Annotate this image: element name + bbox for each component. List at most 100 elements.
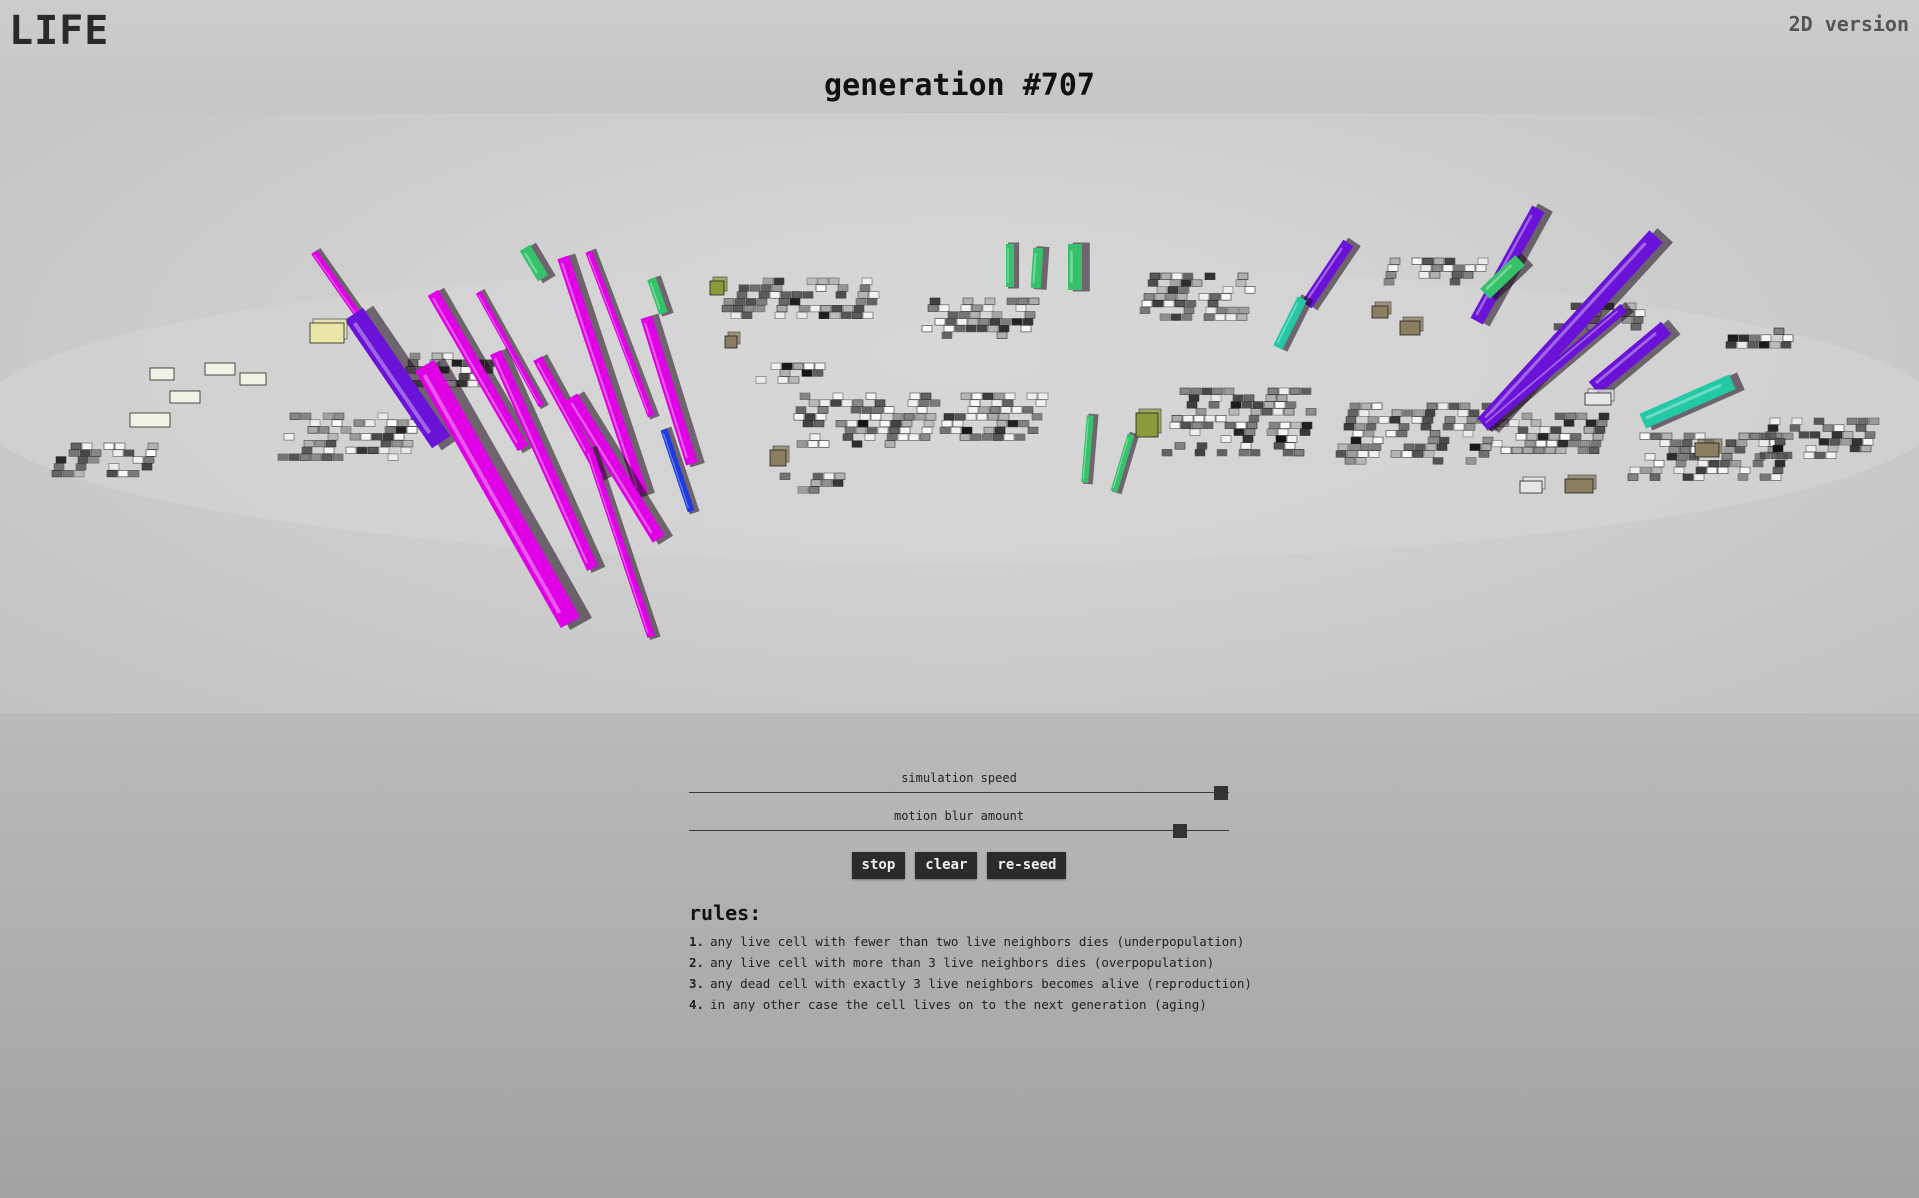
cell-tile [382, 433, 394, 441]
stop-button[interactable]: stop [851, 852, 906, 879]
cell-tile [919, 433, 931, 441]
cell-tile [1279, 421, 1291, 430]
cell-tile [77, 456, 89, 464]
cell-tile [1413, 409, 1425, 417]
cell-tile [1736, 341, 1748, 349]
cell-tile [1169, 279, 1181, 287]
cell-tile [982, 304, 994, 312]
cell-tile [1182, 272, 1194, 280]
cell-tile [1198, 293, 1210, 301]
cell-tile [1432, 457, 1444, 465]
cell-tile [1246, 421, 1258, 430]
cell-tile [841, 399, 853, 407]
cell-tile [1864, 431, 1876, 439]
cell-tile [299, 453, 311, 461]
cell-tile [1849, 444, 1861, 453]
cell-tile [965, 413, 977, 421]
cell-tile [1028, 297, 1040, 305]
cell-tile [1683, 432, 1695, 440]
cell-tile [1650, 432, 1662, 440]
cell-tile [1176, 293, 1188, 301]
cell-tile [1003, 433, 1015, 441]
cell-tile [1236, 313, 1248, 321]
cell-tile [1385, 429, 1397, 438]
simulation-scene[interactable] [0, 113, 1919, 713]
cell-tile [855, 298, 867, 306]
cell-tile [349, 433, 361, 441]
cell-tile [1185, 300, 1197, 308]
cell-tile [1840, 438, 1852, 446]
simulation-speed-slider-thumb[interactable] [1213, 786, 1228, 800]
cell-tile [815, 284, 827, 292]
cell-tile [1738, 432, 1750, 440]
simulation-3d-viewport[interactable] [0, 113, 1919, 713]
app-header: LIFE 2D version generation #707 [0, 0, 1919, 113]
cell-tile [870, 413, 882, 421]
cell-tile [865, 392, 877, 400]
cell-tile [1588, 446, 1600, 455]
cell-tile [1559, 433, 1571, 441]
cell-tile [277, 453, 289, 461]
cell-tile [1360, 402, 1372, 410]
cell-tile [1174, 442, 1186, 450]
cell-tile [1759, 451, 1771, 460]
reseed-button[interactable]: re-seed [987, 852, 1067, 879]
cell-tile [1590, 439, 1602, 448]
cell-tile [978, 406, 990, 414]
cell-tile [397, 419, 409, 427]
cell-tile [1000, 406, 1012, 414]
cell-tile [778, 298, 790, 306]
cell-tile [1548, 433, 1560, 441]
clear-button[interactable]: clear [915, 852, 978, 879]
cell-tile [1482, 436, 1494, 445]
cell-tile [1022, 406, 1034, 414]
cell-tile [1818, 438, 1830, 446]
cell-tile [1459, 402, 1471, 410]
cell-tile [1278, 387, 1290, 395]
cell-plate [239, 372, 267, 386]
cell-tile [1195, 408, 1207, 416]
cell-tile [1697, 459, 1709, 468]
app-logo[interactable]: LIFE [9, 8, 109, 54]
motion-blur-slider-thumb[interactable] [1173, 824, 1188, 838]
cell-tile [861, 277, 873, 285]
2d-version-link[interactable]: 2D version [1789, 12, 1909, 36]
cell-tile [1224, 421, 1236, 430]
simulation-speed-slider[interactable] [689, 786, 1229, 800]
cell-tile [859, 413, 871, 421]
motion-blur-slider[interactable] [689, 824, 1229, 838]
cell-tile [921, 325, 933, 333]
cell-tile [967, 406, 979, 414]
cell-tile [1442, 423, 1454, 431]
cell-tile [1418, 271, 1430, 279]
cube [1694, 442, 1720, 458]
cell-tile [377, 412, 389, 420]
cell-tile [868, 291, 880, 299]
cell-tile [1737, 473, 1749, 481]
cell-tile [1275, 435, 1287, 443]
cell-tile [307, 426, 319, 434]
cell-tile [892, 413, 904, 421]
cell-tile [1261, 408, 1273, 416]
cell-tile [1739, 466, 1751, 475]
cell-tile [814, 362, 826, 370]
cell-tile [1011, 406, 1023, 414]
cell-tile [1500, 446, 1512, 455]
cell-tile [1453, 423, 1465, 431]
cell-tile [883, 406, 895, 414]
cell-tile [991, 399, 1003, 407]
cell-tile [771, 284, 783, 292]
cell-tile [1749, 432, 1761, 440]
cell-tile [1169, 421, 1181, 430]
cell-tile [1727, 334, 1739, 342]
rule-item: 2. any live cell with more than 3 live ne… [689, 952, 1229, 973]
cell-tile [996, 419, 1008, 428]
rule-number: 3. [689, 976, 705, 991]
cell-tile [117, 469, 129, 478]
cell-tile [1773, 327, 1785, 335]
cell-tile [364, 419, 376, 427]
cell-tile [327, 433, 339, 441]
cell-tile [1491, 439, 1503, 448]
rule-text: in any other case the cell lives on to t… [710, 997, 1207, 1012]
cube [1399, 320, 1421, 336]
